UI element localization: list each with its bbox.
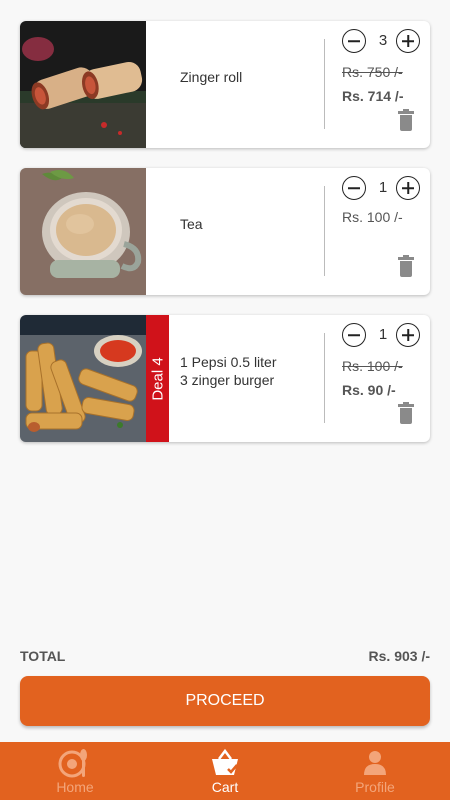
trash-icon[interactable] xyxy=(398,109,414,132)
item-name-line1: 1 Pepsi 0.5 liter xyxy=(180,354,277,370)
quantity-value: 1 xyxy=(378,326,388,343)
proceed-button[interactable]: PROCEED xyxy=(20,676,430,726)
plus-circle-icon[interactable] xyxy=(396,176,420,200)
quantity-stepper: 3 xyxy=(342,29,424,55)
quantity-stepper: 1 xyxy=(342,176,424,202)
spring-rolls-image xyxy=(20,315,146,442)
nav-label-profile: Profile xyxy=(355,779,395,795)
quantity-stepper: 1 xyxy=(342,323,424,349)
nav-label-cart: Cart xyxy=(211,779,239,795)
home-icon xyxy=(58,749,87,778)
profile-icon xyxy=(364,751,386,775)
original-price: Rs. 100 /- xyxy=(342,358,403,374)
trash-icon[interactable] xyxy=(398,402,414,425)
nav-item-profile[interactable]: Profile xyxy=(300,742,450,800)
nav-item-home[interactable]: Home xyxy=(0,742,150,800)
minus-circle-icon[interactable] xyxy=(342,29,366,53)
item-price: Rs. 100 /- xyxy=(342,209,403,225)
divider xyxy=(324,39,325,129)
total-label: TOTAL xyxy=(20,648,66,664)
item-name: Zinger roll xyxy=(180,69,243,85)
divider xyxy=(324,333,325,423)
item-name-line2: 3 zinger burger xyxy=(180,372,275,388)
tea-cup-image xyxy=(20,168,146,295)
discounted-price: Rs. 90 /- xyxy=(342,382,396,398)
quantity-value: 3 xyxy=(378,32,388,49)
deal-tag: Deal 4 xyxy=(146,315,169,442)
trash-icon[interactable] xyxy=(398,255,414,278)
cart-item-card: Deal 4 1 Pepsi 0.5 liter 3 zinger burger… xyxy=(20,315,430,442)
minus-circle-icon[interactable] xyxy=(342,176,366,200)
zinger-roll-image xyxy=(20,21,146,148)
cart-icon xyxy=(212,748,238,775)
bottom-nav: Home Cart Profile xyxy=(0,742,450,800)
cart-item-card: Tea 1 Rs. 100 /- xyxy=(20,168,430,295)
quantity-value: 1 xyxy=(378,179,388,196)
nav-item-cart[interactable]: Cart xyxy=(150,742,300,800)
total-value: Rs. 903 /- xyxy=(368,648,430,664)
original-price: Rs. 750 /- xyxy=(342,64,403,80)
divider xyxy=(324,186,325,276)
plus-circle-icon[interactable] xyxy=(396,29,420,53)
plus-circle-icon[interactable] xyxy=(396,323,420,347)
discounted-price: Rs. 714 /- xyxy=(342,88,404,104)
cart-item-card: Zinger roll 3 Rs. 750 /- Rs. 714 /- xyxy=(20,21,430,148)
item-name: Tea xyxy=(180,216,203,232)
nav-label-home: Home xyxy=(56,779,94,795)
minus-circle-icon[interactable] xyxy=(342,323,366,347)
